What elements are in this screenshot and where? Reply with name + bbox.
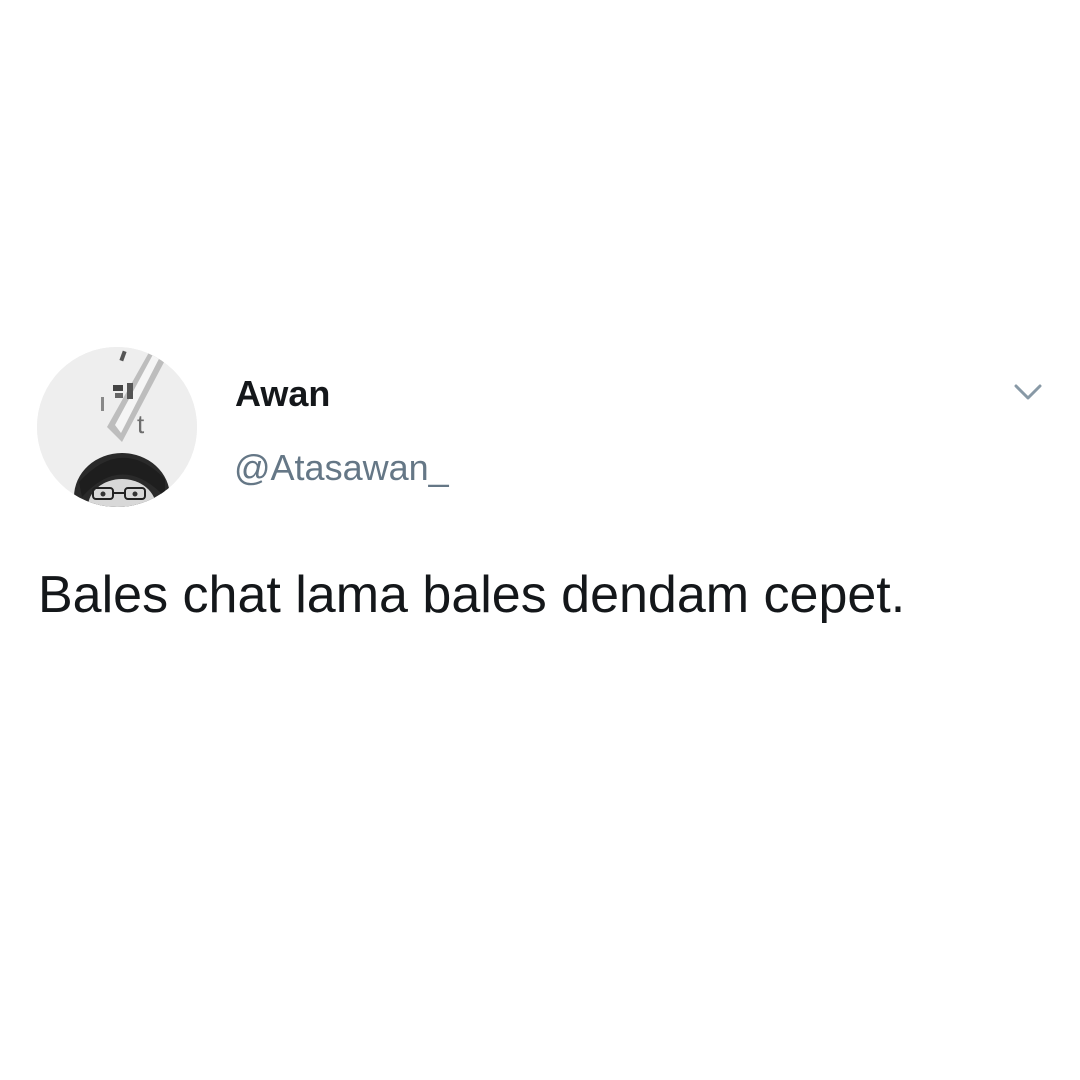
avatar-photo: t [37, 347, 197, 507]
tweet-text: Bales chat lama bales dendam cepet. [38, 566, 906, 624]
chevron-down-icon[interactable] [1008, 376, 1048, 408]
avatar[interactable]: t [37, 347, 197, 507]
avatar-letter: t [137, 409, 145, 439]
tweet-card: t Awan @Atasawan_ Bales chat lama bales … [0, 0, 1080, 1080]
user-handle[interactable]: @Atasawan_ [234, 446, 449, 490]
display-name[interactable]: Awan [235, 372, 330, 416]
